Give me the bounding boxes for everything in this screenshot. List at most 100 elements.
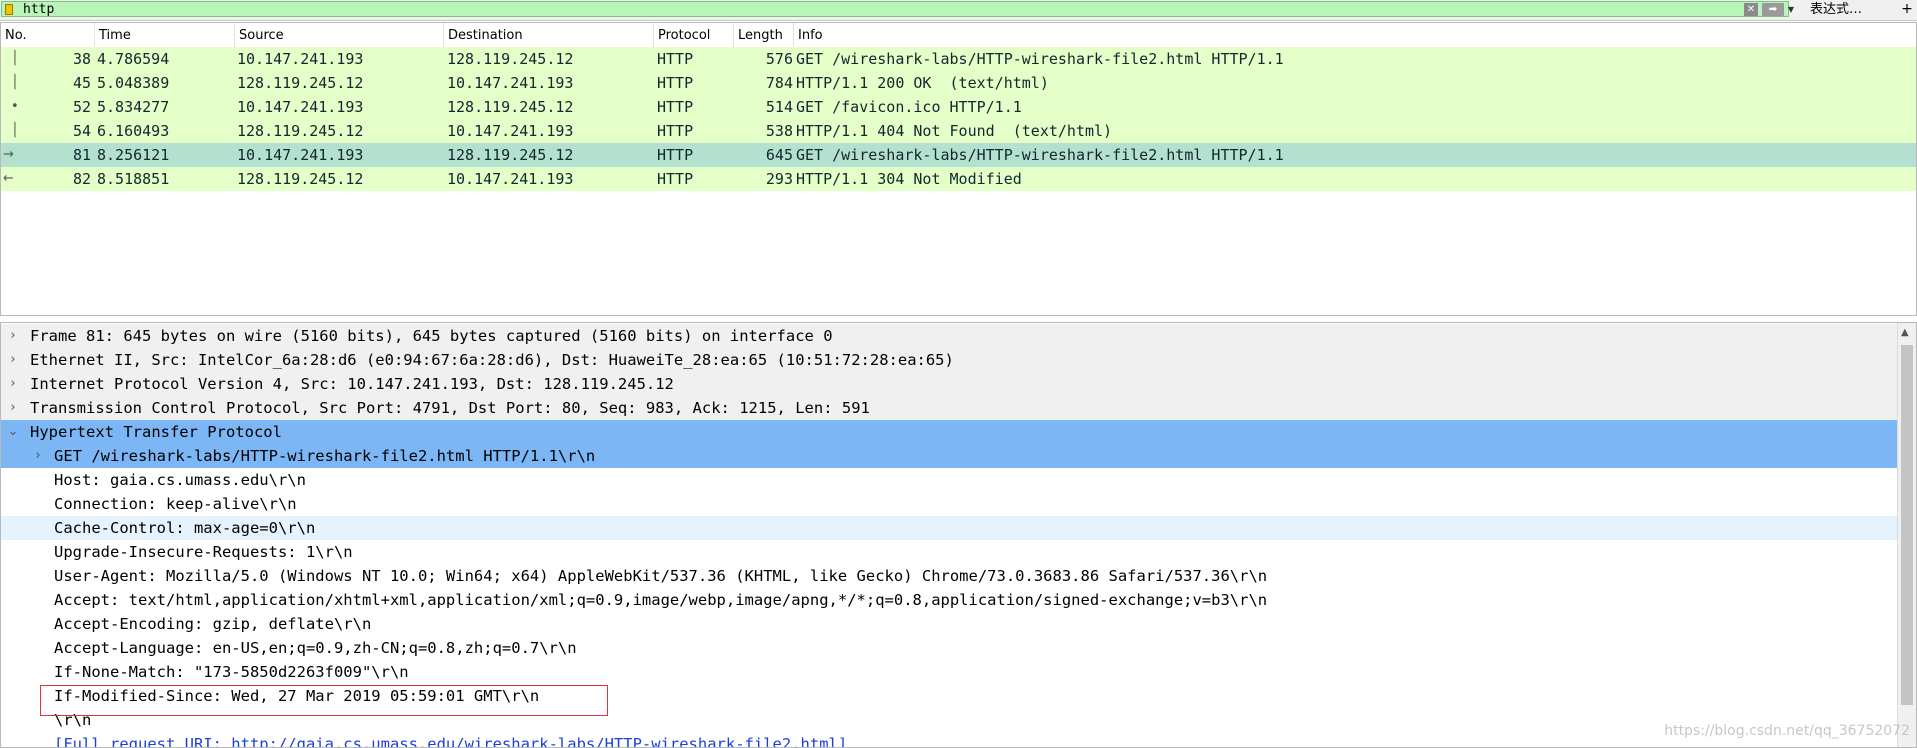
packet-number: 54: [72, 122, 91, 140]
chevron-right-icon[interactable]: ›: [5, 324, 21, 348]
tree-item-frame[interactable]: › Frame 81: 645 bytes on wire (5160 bits…: [1, 324, 1898, 348]
packet-protocol: HTTP: [657, 146, 694, 164]
tree-label: [Full request URI: http://gaia.cs.umass.…: [54, 735, 848, 748]
packet-destination: 128.119.245.12: [447, 146, 574, 164]
column-header-time[interactable]: Time: [95, 23, 235, 47]
tree-item-http-header[interactable]: User-Agent: Mozilla/5.0 (Windows NT 10.0…: [1, 564, 1898, 588]
packet-length: 784: [765, 74, 793, 92]
tree-label: Connection: keep-alive\r\n: [54, 495, 297, 513]
packet-destination: 10.147.241.193: [447, 122, 574, 140]
tree-label: Host: gaia.cs.umass.edu\r\n: [54, 471, 306, 489]
packet-length: 293: [765, 170, 793, 188]
tree-item-http-header[interactable]: Connection: keep-alive\r\n: [1, 492, 1898, 516]
packet-protocol: HTTP: [657, 122, 694, 140]
tree-label: Accept-Language: en-US,en;q=0.9,zh-CN;q=…: [54, 639, 577, 657]
tree-label: Internet Protocol Version 4, Src: 10.147…: [30, 375, 674, 393]
tree-item-http-header[interactable]: Host: gaia.cs.umass.edu\r\n: [1, 468, 1898, 492]
chevron-down-icon[interactable]: ⌄: [5, 420, 21, 444]
packet-destination: 128.119.245.12: [447, 98, 574, 116]
packet-source: 128.119.245.12: [237, 170, 364, 188]
expression-button[interactable]: 表达式…: [1810, 0, 1862, 20]
arrow-left-icon: ←: [3, 171, 14, 186]
chevron-right-icon[interactable]: ›: [5, 372, 21, 396]
packet-protocol: HTTP: [657, 98, 694, 116]
tree-label: If-None-Match: "173-5850d2263f009"\r\n: [54, 663, 409, 681]
packet-list: No. Time Source Destination Protocol Len…: [0, 22, 1917, 316]
packet-length: 576: [765, 50, 793, 68]
packet-source: 10.147.241.193: [237, 146, 364, 164]
tree-item-request-line[interactable]: › GET /wireshark-labs/HTTP-wireshark-fil…: [1, 444, 1898, 468]
tree-label: Hypertext Transfer Protocol: [30, 423, 282, 441]
column-header-no[interactable]: No.: [1, 23, 95, 47]
bookmark-icon[interactable]: [5, 4, 13, 15]
vertical-scrollbar[interactable]: ▲: [1897, 323, 1916, 747]
scroll-thumb[interactable]: [1901, 345, 1913, 705]
packet-destination: 10.147.241.193: [447, 74, 574, 92]
highlight-annotation-box: [40, 685, 608, 716]
packet-time: 8.518851: [97, 170, 170, 188]
add-filter-button[interactable]: +: [1900, 0, 1914, 20]
packet-row[interactable]: │ 38 4.786594 10.147.241.193 128.119.245.12 H…: [1, 47, 1916, 71]
scroll-up-icon[interactable]: ▲: [1901, 327, 1909, 338]
packet-row[interactable]: │ 45 5.048389 128.119.245.12 10.147.241.193 H…: [1, 71, 1916, 95]
packet-source: 128.119.245.12: [237, 74, 364, 92]
tree-item-http-header[interactable]: Accept-Encoding: gzip, deflate\r\n: [1, 612, 1898, 636]
apply-filter-icon[interactable]: ➡: [1762, 3, 1784, 16]
packet-time: 5.834277: [97, 98, 170, 116]
tree-item-ethernet[interactable]: › Ethernet II, Src: IntelCor_6a:28:d6 (e…: [1, 348, 1898, 372]
chevron-down-icon[interactable]: ▼: [1786, 3, 1796, 16]
packet-info: HTTP/1.1 404 Not Found (text/html): [796, 122, 1113, 140]
packet-number: 81: [72, 146, 91, 164]
packet-time: 5.048389: [97, 74, 170, 92]
packet-row[interactable]: → 81 8.256121 10.147.241.193 128.119.245.12 H…: [1, 143, 1916, 167]
packet-info: GET /wireshark-labs/HTTP-wireshark-file2…: [796, 50, 1284, 68]
packet-number: 52: [72, 98, 91, 116]
column-header-protocol[interactable]: Protocol: [654, 23, 734, 47]
packet-row[interactable]: ← 82 8.518851 128.119.245.12 10.147.241.193 H…: [1, 167, 1916, 191]
packet-protocol: HTTP: [657, 50, 694, 68]
column-header-destination[interactable]: Destination: [444, 23, 654, 47]
tree-item-http-header[interactable]: Accept: text/html,application/xhtml+xml,…: [1, 588, 1898, 612]
tree-label: User-Agent: Mozilla/5.0 (Windows NT 10.0…: [54, 567, 1268, 585]
packet-length: 514: [765, 98, 793, 116]
tree-label: Upgrade-Insecure-Requests: 1\r\n: [54, 543, 353, 561]
packet-info: GET /wireshark-labs/HTTP-wireshark-file2…: [796, 146, 1284, 164]
tree-item-http[interactable]: ⌄ Hypertext Transfer Protocol: [1, 420, 1898, 444]
packet-protocol: HTTP: [657, 74, 694, 92]
tree-label: Ethernet II, Src: IntelCor_6a:28:d6 (e0:…: [30, 351, 954, 369]
packet-protocol: HTTP: [657, 170, 694, 188]
packet-row[interactable]: • 52 5.834277 10.147.241.193 128.119.245.12 H…: [1, 95, 1916, 119]
display-filter-input[interactable]: http ✕ ➡ ▼: [1, 1, 1794, 17]
watermark: https://blog.csdn.net/qq_36752072: [1664, 723, 1910, 739]
tree-label: Accept: text/html,application/xhtml+xml,…: [54, 591, 1268, 609]
tree-item-http-header[interactable]: If-None-Match: "173-5850d2263f009"\r\n: [1, 660, 1898, 684]
tree-item-ip[interactable]: › Internet Protocol Version 4, Src: 10.1…: [1, 372, 1898, 396]
packet-info: HTTP/1.1 200 OK (text/html): [796, 74, 1049, 92]
filter-text: http: [23, 2, 55, 17]
packet-time: 8.256121: [97, 146, 170, 164]
column-header-source[interactable]: Source: [235, 23, 444, 47]
packet-number: 38: [72, 50, 91, 68]
chevron-right-icon[interactable]: ›: [30, 444, 46, 468]
chevron-right-icon[interactable]: ›: [5, 396, 21, 420]
packet-length: 538: [765, 122, 793, 140]
packet-source: 128.119.245.12: [237, 122, 364, 140]
tree-item-http-header[interactable]: Accept-Language: en-US,en;q=0.9,zh-CN;q=…: [1, 636, 1898, 660]
packet-time: 4.786594: [97, 50, 170, 68]
tree-item-full-uri-link[interactable]: [Full request URI: http://gaia.cs.umass.…: [1, 732, 1898, 748]
column-header-length[interactable]: Length: [734, 23, 794, 47]
tree-item-http-header[interactable]: Cache-Control: max-age=0\r\n: [1, 516, 1898, 540]
packet-info: HTTP/1.1 304 Not Modified: [796, 170, 1022, 188]
packet-source: 10.147.241.193: [237, 98, 364, 116]
chevron-right-icon[interactable]: ›: [5, 348, 21, 372]
column-header-info[interactable]: Info: [794, 23, 1916, 47]
packet-details-tree: › Frame 81: 645 bytes on wire (5160 bits…: [0, 322, 1917, 748]
tree-item-http-header[interactable]: Upgrade-Insecure-Requests: 1\r\n: [1, 540, 1898, 564]
packet-row[interactable]: │ 54 6.160493 128.119.245.12 10.147.241.193 H…: [1, 119, 1916, 143]
clear-filter-icon[interactable]: ✕: [1744, 3, 1758, 16]
tree-item-tcp[interactable]: › Transmission Control Protocol, Src Por…: [1, 396, 1898, 420]
packet-destination: 10.147.241.193: [447, 170, 574, 188]
tree-label: Frame 81: 645 bytes on wire (5160 bits),…: [30, 327, 833, 345]
display-filter-toolbar: http ✕ ➡ ▼ 表达式… +: [0, 0, 1917, 21]
tree-label: Accept-Encoding: gzip, deflate\r\n: [54, 615, 372, 633]
